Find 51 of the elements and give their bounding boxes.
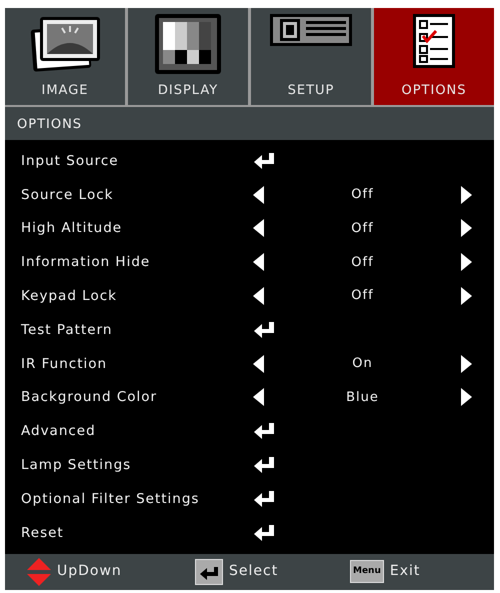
menu-tab[interactable]: IMAGE — [5, 8, 125, 105]
menu-item-label[interactable]: Optional Filter Settings — [5, 488, 253, 509]
right-arrow-icon[interactable] — [461, 219, 472, 238]
menu-tab[interactable]: DISPLAY — [128, 8, 248, 105]
menu-item-label[interactable]: Test Pattern — [5, 320, 253, 340]
enter-icon — [253, 524, 275, 542]
enter-icon — [253, 422, 275, 440]
option-value: Off — [350, 254, 375, 272]
menu-item-label[interactable]: Information Hide — [5, 252, 253, 272]
section-title: OPTIONS — [5, 107, 494, 140]
right-arrow-icon[interactable] — [461, 388, 472, 406]
key-hint: UpDown — [57, 562, 122, 582]
right-arrow-icon[interactable] — [461, 186, 472, 204]
menu-item-label[interactable]: Keypad Lock — [5, 286, 253, 306]
option-value: Blue — [345, 388, 380, 407]
key-hint: Exit — [390, 562, 420, 582]
enter-key-icon — [195, 558, 223, 585]
menu-item-label[interactable]: Source Lock — [5, 184, 253, 205]
up-down-arrows-icon — [27, 558, 51, 586]
left-arrow-icon[interactable] — [253, 354, 264, 373]
menu-key: Menu — [350, 560, 384, 584]
option-value: On — [351, 354, 374, 373]
left-arrow-icon[interactable] — [253, 253, 264, 272]
menu-item-label[interactable]: Background Color — [5, 387, 253, 408]
menu-item-label[interactable]: Input Source — [5, 150, 253, 172]
menu-tab[interactable]: OPTIONS — [374, 8, 494, 105]
menu-item-label[interactable]: Reset — [5, 522, 253, 543]
photo-icon — [28, 14, 102, 74]
left-arrow-icon[interactable] — [253, 186, 264, 204]
option-value: Off — [350, 220, 375, 238]
right-arrow-icon[interactable] — [461, 253, 472, 272]
enter-icon — [253, 456, 275, 474]
menu-tab[interactable]: SETUP — [251, 8, 371, 105]
left-arrow-icon[interactable] — [253, 219, 264, 238]
right-arrow-icon[interactable] — [461, 287, 472, 306]
menu-item-label[interactable]: High Altitude — [5, 218, 253, 239]
enter-icon — [253, 320, 275, 339]
left-arrow-icon[interactable] — [253, 388, 264, 406]
test-pattern-icon — [155, 14, 221, 74]
right-arrow-icon[interactable] — [461, 354, 472, 373]
menu-item-label[interactable]: Advanced — [5, 421, 253, 442]
menu-item-label[interactable]: IR Function — [5, 354, 253, 374]
checklist-icon — [413, 14, 455, 68]
left-arrow-icon[interactable] — [253, 287, 264, 306]
key-hint: Select — [229, 562, 278, 582]
option-value: Off — [350, 186, 375, 204]
enter-icon — [253, 152, 275, 170]
enter-icon — [253, 490, 275, 508]
option-value: Off — [350, 287, 375, 306]
menu-item-label[interactable]: Lamp Settings — [5, 454, 253, 476]
projector-icon — [270, 14, 352, 48]
